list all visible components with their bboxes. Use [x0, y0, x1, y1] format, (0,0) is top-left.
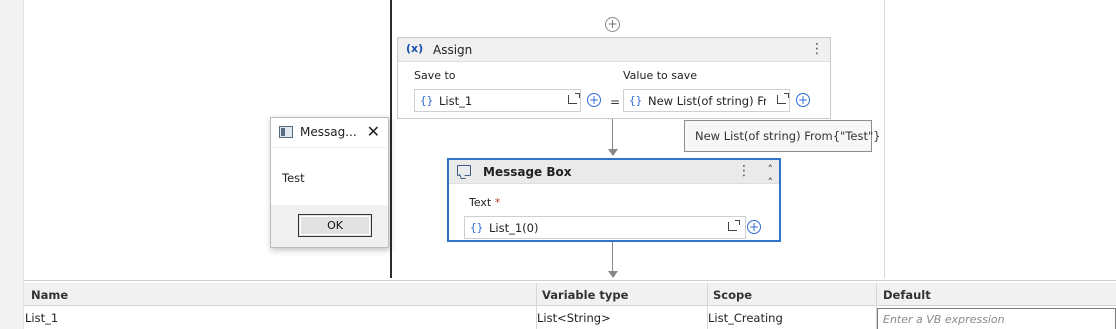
- save-to-value: List_1: [439, 94, 473, 108]
- column-header-default[interactable]: Default: [883, 288, 931, 302]
- expression-brace-icon: {}: [629, 94, 643, 107]
- save-to-label: Save to: [414, 69, 456, 82]
- column-header-scope[interactable]: Scope: [713, 288, 752, 302]
- assign-more-options-icon[interactable]: ⋮: [810, 41, 824, 57]
- value-to-save-label: Value to save: [623, 69, 697, 82]
- variables-panel: Name Variable type Scope Default List_1 …: [24, 280, 1116, 329]
- connector-line: [612, 119, 613, 151]
- dialog-title: Messag...: [300, 125, 357, 139]
- expand-editor-icon[interactable]: [777, 93, 789, 104]
- column-header-variable-type[interactable]: Variable type: [542, 288, 628, 302]
- expand-editor-icon[interactable]: [728, 220, 740, 231]
- text-label-caption: Text: [469, 196, 492, 209]
- save-to-plus-icon[interactable]: +: [587, 93, 601, 107]
- ok-button[interactable]: OK: [298, 214, 372, 237]
- sequence-border-left: [390, 0, 392, 278]
- variable-type-cell[interactable]: List<String>: [537, 311, 611, 325]
- dialog-footer: OK: [271, 205, 388, 247]
- value-to-save-plus-icon[interactable]: +: [796, 93, 810, 107]
- variables-header-row: Name Variable type Scope Default: [24, 283, 1116, 306]
- connector-arrow-icon: [608, 149, 618, 156]
- expression-brace-icon: {}: [470, 221, 484, 234]
- collapse-icon[interactable]: ˄ ˄: [768, 163, 774, 189]
- app-window-icon: [279, 126, 293, 138]
- sequence-border-right: [884, 0, 885, 278]
- assign-equals-sign: =: [610, 95, 621, 109]
- connector-arrow-icon: [608, 271, 618, 278]
- text-plus-icon[interactable]: +: [747, 220, 761, 234]
- value-to-save-field[interactable]: {} New List(of string) Fro: [623, 89, 790, 112]
- message-box-header[interactable]: Message Box ⋮ ˄ ˄: [449, 160, 779, 189]
- dialog-titlebar[interactable]: Messag... ✕: [271, 118, 388, 148]
- add-activity-plus-icon[interactable]: +: [605, 17, 620, 32]
- text-field[interactable]: {} List_1(0): [464, 216, 746, 239]
- variable-scope-cell[interactable]: List_Creating: [708, 311, 783, 325]
- save-to-field[interactable]: {} List_1: [414, 89, 581, 112]
- required-mark: *: [494, 196, 501, 209]
- default-expression-input[interactable]: [877, 308, 1116, 329]
- variable-name-cell[interactable]: List_1: [25, 311, 58, 325]
- text-value: List_1(0): [489, 221, 539, 235]
- expression-brace-icon: {}: [420, 94, 434, 107]
- message-box-icon: [457, 165, 471, 176]
- message-dialog[interactable]: Messag... ✕ Test OK: [270, 117, 389, 248]
- message-box-more-options-icon[interactable]: ⋮: [737, 163, 751, 179]
- text-label: Text *: [469, 196, 500, 209]
- message-box-title: Message Box: [483, 165, 572, 179]
- value-tooltip: New List(of string) From{"Test"}: [684, 120, 881, 152]
- connector-line: [612, 242, 613, 272]
- close-icon[interactable]: ✕: [367, 122, 380, 141]
- assign-activity[interactable]: (x) Assign ⋮ Save to Value to save {} Li…: [397, 37, 831, 119]
- dialog-message: Test: [282, 171, 305, 185]
- message-box-activity[interactable]: Message Box ⋮ ˄ ˄ Text * {} List_1(0) +: [447, 158, 781, 242]
- assign-title: Assign: [433, 43, 473, 57]
- assign-icon: (x): [406, 42, 424, 55]
- left-gutter: [0, 0, 24, 329]
- expand-editor-icon[interactable]: [568, 93, 580, 104]
- column-header-name[interactable]: Name: [31, 288, 68, 302]
- assign-header[interactable]: (x) Assign ⋮: [398, 38, 830, 62]
- value-to-save-value: New List(of string) Fro: [648, 94, 766, 108]
